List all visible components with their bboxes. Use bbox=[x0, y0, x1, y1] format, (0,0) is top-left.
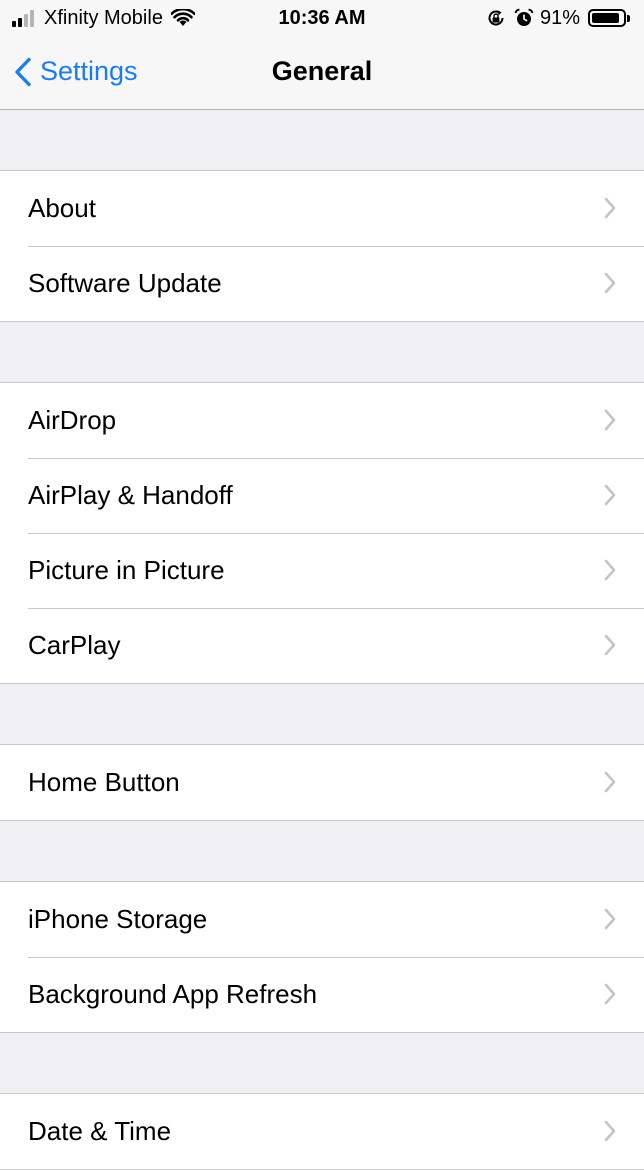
settings-row-label: AirPlay & Handoff bbox=[28, 480, 233, 510]
settings-row-about[interactable]: About bbox=[0, 171, 644, 246]
chevron-right-icon bbox=[604, 908, 616, 930]
settings-row-label: Home Button bbox=[28, 767, 180, 797]
orientation-lock-icon bbox=[488, 10, 504, 26]
settings-list: About Software Update AirDrop AirPlay & Han… bbox=[0, 110, 644, 1170]
chevron-right-icon bbox=[604, 634, 616, 656]
settings-row-picture-in-picture[interactable]: Picture in Picture bbox=[0, 533, 644, 608]
settings-row-airplay-and-handoff[interactable]: AirPlay & Handoff bbox=[0, 458, 644, 533]
settings-row-label: Background App Refresh bbox=[28, 979, 318, 1009]
alarm-icon bbox=[514, 8, 534, 26]
settings-section: AirDrop AirPlay & Handoff Picture in Pictu… bbox=[0, 382, 644, 684]
settings-row-label: Software Update bbox=[28, 268, 222, 298]
settings-section: iPhone Storage Background App Refresh bbox=[0, 881, 644, 1033]
settings-row-label: iPhone Storage bbox=[28, 904, 208, 934]
settings-row-software-update[interactable]: Software Update bbox=[0, 246, 644, 321]
navigation-bar: Settings General bbox=[0, 38, 644, 110]
chevron-right-icon bbox=[604, 983, 616, 1005]
settings-row-label: CarPlay bbox=[28, 630, 121, 660]
page-title: General bbox=[271, 56, 373, 86]
chevron-right-icon bbox=[604, 409, 616, 431]
chevron-right-icon bbox=[604, 559, 616, 581]
chevron-right-icon bbox=[604, 272, 616, 294]
chevron-right-icon bbox=[604, 197, 616, 219]
chevron-right-icon bbox=[604, 771, 616, 793]
settings-row-label: AirDrop bbox=[28, 405, 117, 435]
settings-row-label: About bbox=[28, 193, 96, 223]
settings-row-iphone-storage[interactable]: iPhone Storage bbox=[0, 882, 644, 957]
settings-section: Home Button bbox=[0, 744, 644, 821]
settings-section: Date & Time bbox=[0, 1093, 644, 1170]
settings-row-date-and-time[interactable]: Date & Time bbox=[0, 1094, 644, 1169]
battery-icon bbox=[588, 9, 626, 27]
settings-row-label: Picture in Picture bbox=[28, 555, 225, 585]
settings-row-home-button[interactable]: Home Button bbox=[0, 745, 644, 820]
settings-row-label: Date & Time bbox=[28, 1116, 172, 1146]
settings-row-background-app-refresh[interactable]: Background App Refresh bbox=[0, 957, 644, 1032]
settings-row-carplay[interactable]: CarPlay bbox=[0, 608, 644, 683]
chevron-right-icon bbox=[604, 484, 616, 506]
battery-fill bbox=[592, 13, 619, 23]
status-bar: Xfinity Mobile 10:36 AM 91% bbox=[0, 0, 644, 38]
battery-percent: 91% bbox=[539, 6, 580, 29]
settings-section: About Software Update bbox=[0, 170, 644, 322]
settings-row-airdrop[interactable]: AirDrop bbox=[0, 383, 644, 458]
chevron-right-icon bbox=[604, 1120, 616, 1142]
